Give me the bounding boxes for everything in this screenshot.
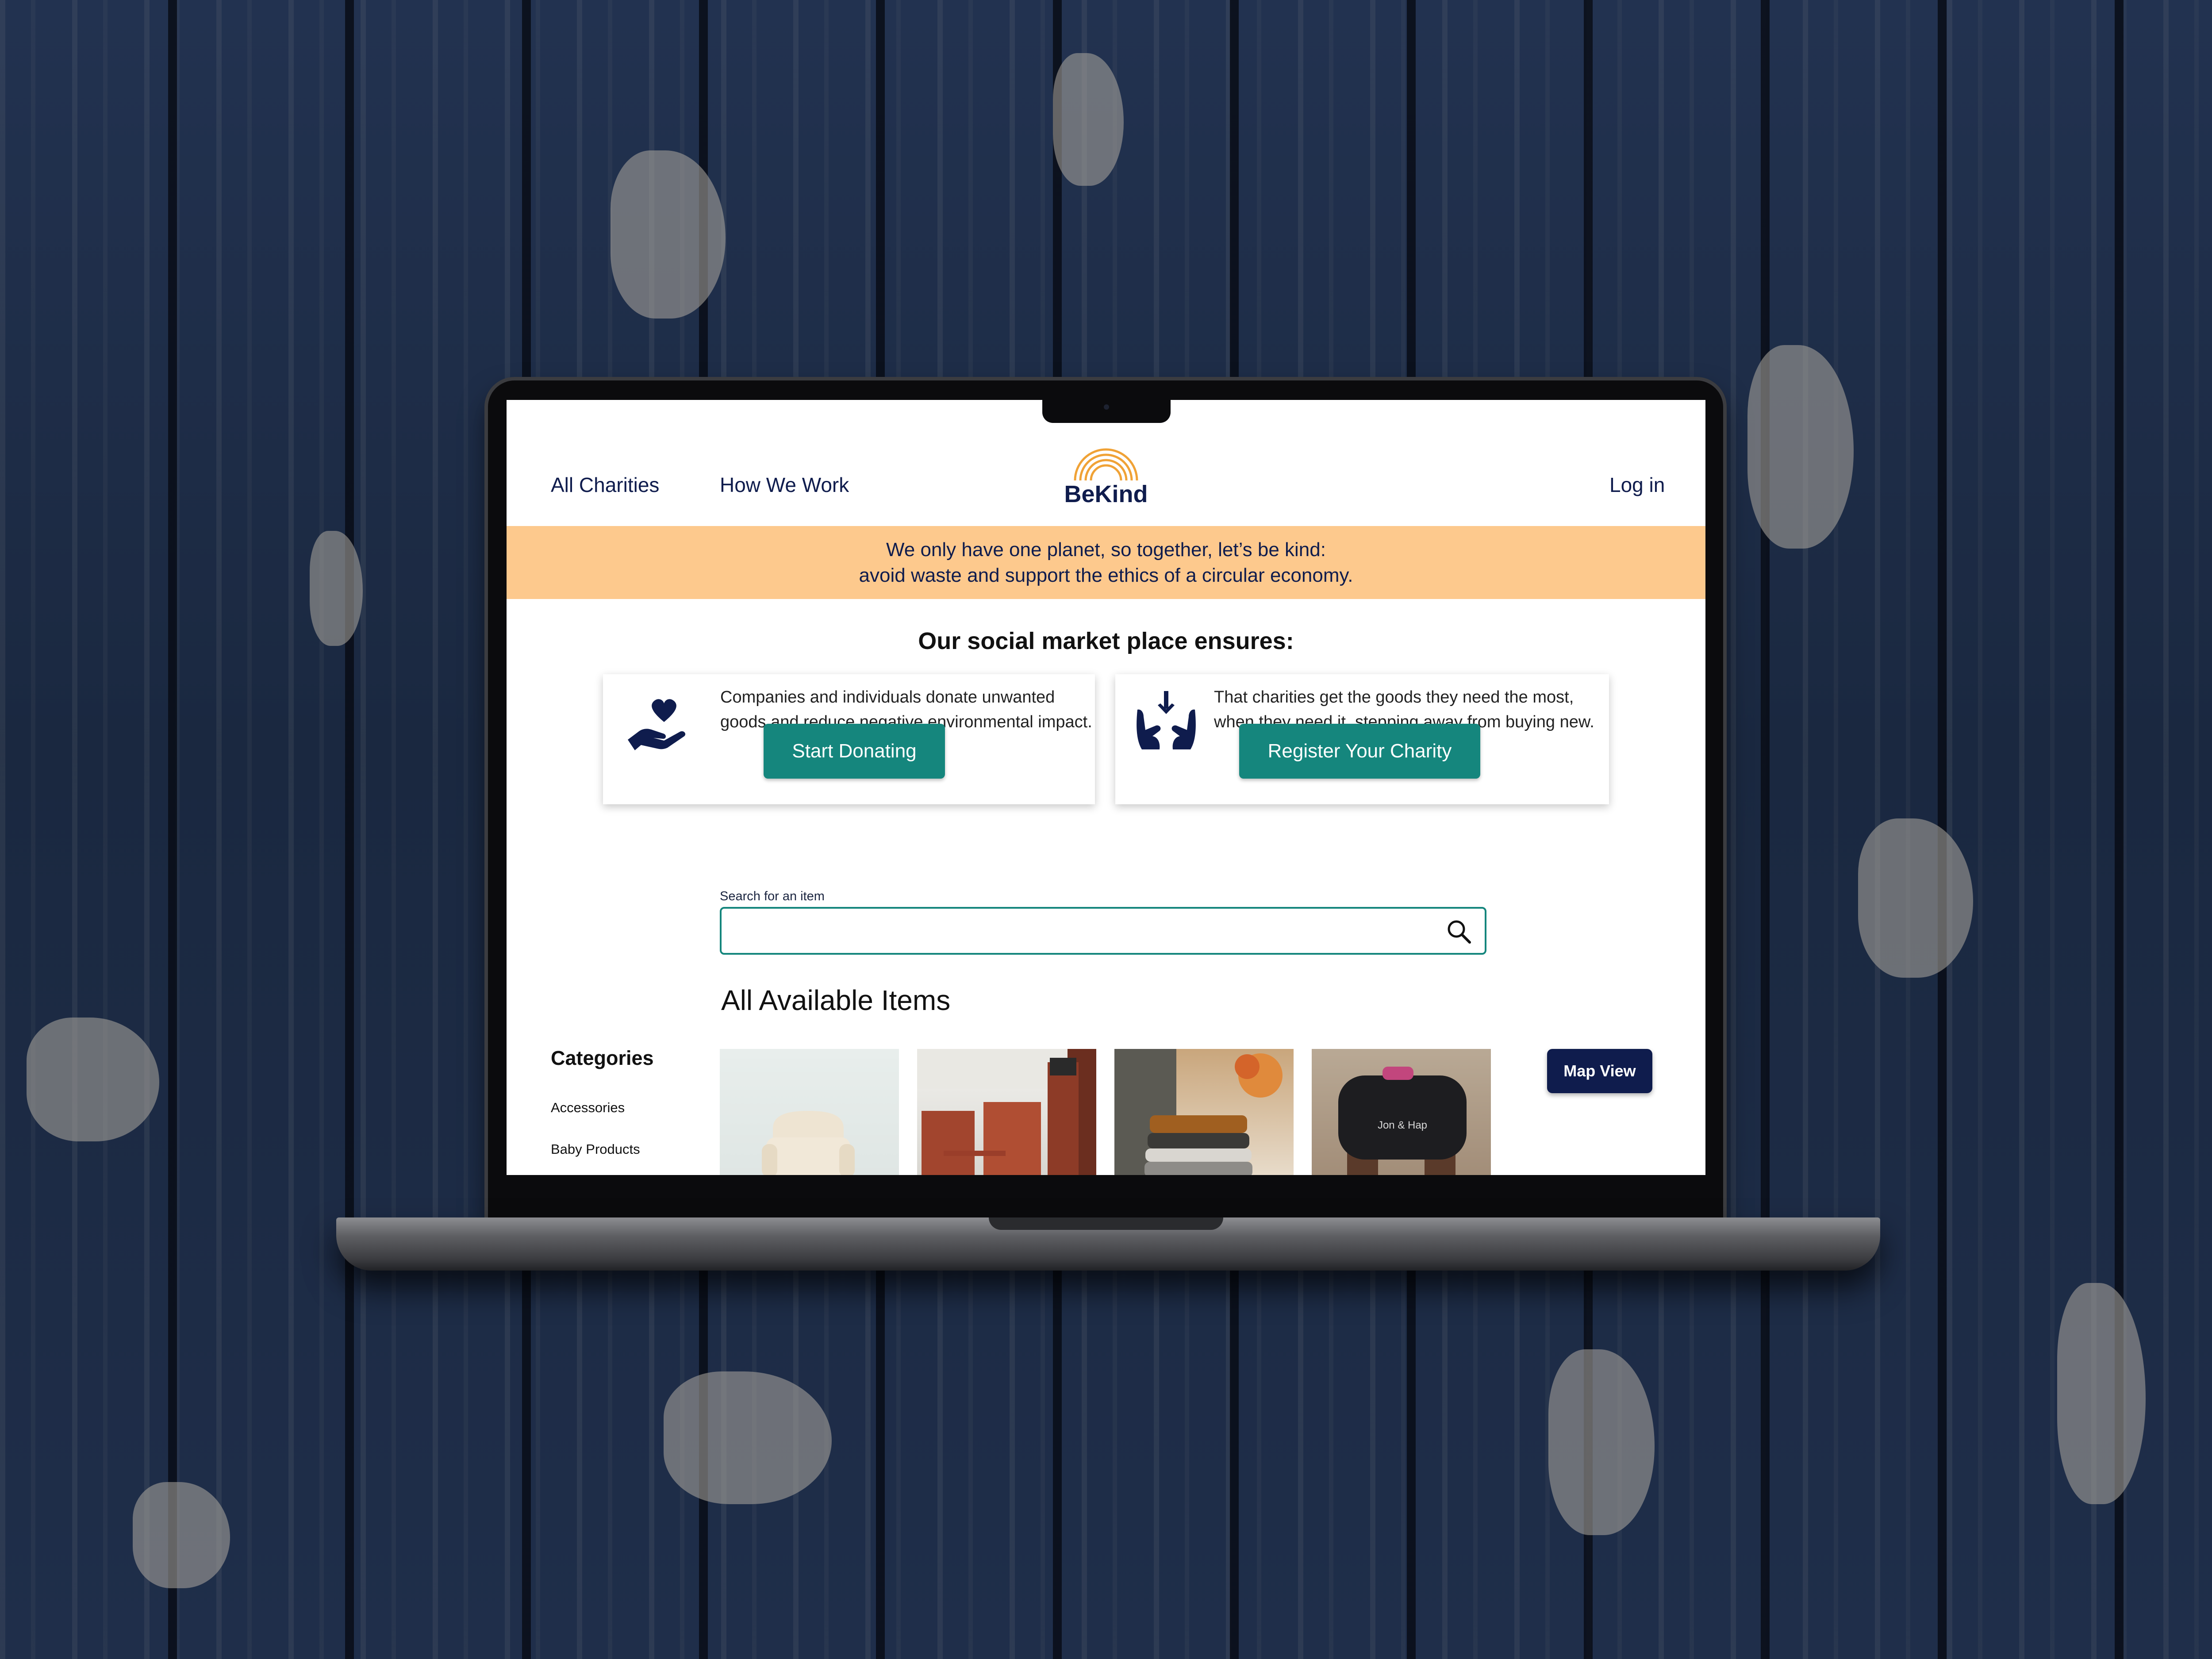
search-label: Search for an item [720, 889, 825, 903]
category-accessories[interactable]: Accessories [551, 1100, 625, 1116]
rainbow-arcs-icon [1074, 448, 1138, 481]
paint-chip [1858, 818, 1973, 978]
nav-how-we-work[interactable]: How We Work [720, 473, 849, 497]
paint-chip [611, 150, 726, 319]
paint-chip [27, 1018, 159, 1141]
wooden-furniture-image [917, 1049, 1096, 1175]
paint-chip [133, 1482, 230, 1588]
register-charity-button[interactable]: Register Your Charity [1239, 724, 1480, 779]
logo-text: BeKind [1064, 481, 1148, 507]
item-thumbnail-bag[interactable]: Jon & Hap [1312, 1049, 1491, 1175]
map-view-button[interactable]: Map View [1547, 1049, 1652, 1093]
paint-chip [1747, 345, 1854, 549]
category-baby-products[interactable]: Baby Products [551, 1141, 640, 1157]
hands-receiving-icon [1137, 691, 1196, 749]
paint-chip [664, 1371, 832, 1504]
start-donating-button[interactable]: Start Donating [764, 724, 945, 779]
held-bag-image: Jon & Hap [1338, 1067, 1467, 1175]
categories-title: Categories [551, 1047, 654, 1069]
mission-banner: We only have one planet, so together, le… [507, 526, 1705, 599]
paint-chip [1548, 1349, 1655, 1535]
search-input[interactable] [720, 907, 1486, 955]
item-thumbnail-blankets[interactable] [1114, 1049, 1294, 1175]
folded-blankets-image [1114, 1049, 1283, 1175]
paint-chip [1053, 53, 1124, 186]
armchair-image [762, 1111, 855, 1175]
banner-line-2: avoid waste and support the ethics of a … [859, 565, 1353, 586]
camera-notch [1042, 398, 1171, 423]
login-link[interactable]: Log in [1609, 473, 1665, 497]
laptop-opening-lip [989, 1217, 1223, 1230]
donor-card-text-1: Companies and individuals donate unwante… [720, 688, 1055, 707]
charity-card: That charities get the goods they need t… [1115, 674, 1609, 804]
donor-card: Companies and individuals donate unwante… [603, 674, 1095, 804]
banner-line-1: We only have one planet, so together, le… [886, 539, 1326, 561]
heart-in-hand-icon [628, 699, 686, 750]
laptop-screen: All Charities How We Work BeKind Log in … [507, 400, 1705, 1175]
camera-lens [1104, 404, 1109, 410]
charity-card-text-1: That charities get the goods they need t… [1214, 688, 1574, 707]
search-icon[interactable] [1446, 918, 1472, 945]
item-thumbnail-furniture[interactable] [917, 1049, 1096, 1175]
all-items-title: All Available Items [721, 984, 951, 1016]
nav-all-charities[interactable]: All Charities [551, 473, 659, 497]
section-title: Our social market place ensures: [918, 628, 1294, 654]
bekind-logo[interactable]: BeKind [1057, 444, 1155, 515]
paint-chip [310, 531, 363, 646]
bag-brand-text: Jon & Hap [1378, 1119, 1427, 1131]
paint-chip [2057, 1283, 2146, 1504]
item-thumbnail-armchair[interactable] [720, 1049, 899, 1175]
